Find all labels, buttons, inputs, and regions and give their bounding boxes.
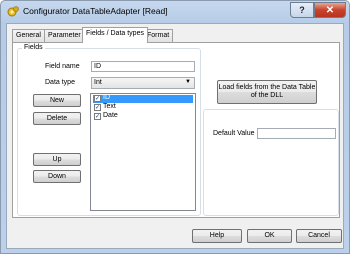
field-name-input[interactable]: ID bbox=[91, 61, 195, 72]
app-icon bbox=[7, 6, 19, 18]
up-button[interactable]: Up bbox=[33, 153, 81, 166]
delete-button[interactable]: Delete bbox=[33, 112, 81, 125]
window-title: Configurator DataTableAdapter [Read] bbox=[23, 6, 168, 16]
list-item[interactable]: ✓ Text bbox=[93, 103, 193, 112]
help-button[interactable]: Help bbox=[192, 229, 242, 243]
data-type-label: Data type bbox=[45, 79, 75, 86]
down-button[interactable]: Down bbox=[33, 170, 81, 183]
fields-group-label: Fields bbox=[22, 44, 45, 51]
help-icon: ? bbox=[299, 5, 305, 15]
field-name-label: Field name bbox=[45, 63, 80, 70]
checkbox[interactable]: ✓ bbox=[94, 113, 101, 120]
tab-page-fields: Fields Field name ID Data type Int ▼ New… bbox=[12, 42, 340, 218]
title-bar[interactable]: Configurator DataTableAdapter [Read] ? ✕ bbox=[1, 1, 349, 23]
checkbox[interactable]: ✓ bbox=[94, 95, 101, 102]
tab-fields-data-types[interactable]: Fields / Data types bbox=[82, 27, 148, 43]
tab-general[interactable]: General bbox=[12, 29, 45, 42]
load-fields-button[interactable]: Load fields from the Data Table of the D… bbox=[217, 80, 317, 104]
checkbox[interactable]: ✓ bbox=[94, 104, 101, 111]
close-button[interactable]: ✕ bbox=[314, 2, 346, 18]
chevron-down-icon: ▼ bbox=[185, 79, 191, 85]
data-type-select[interactable]: Int ▼ bbox=[91, 77, 195, 89]
help-title-button[interactable]: ? bbox=[290, 2, 314, 18]
new-button[interactable]: New bbox=[33, 94, 81, 107]
dialog-client: General Parameter Fields / Data types Fo… bbox=[6, 23, 344, 249]
dialog-window: Configurator DataTableAdapter [Read] ? ✕… bbox=[0, 0, 350, 254]
ok-button[interactable]: OK bbox=[247, 229, 292, 243]
close-icon: ✕ bbox=[325, 4, 335, 16]
list-item[interactable]: ✓ ID bbox=[93, 94, 193, 103]
default-value-group: Default Value bbox=[203, 109, 339, 216]
list-item[interactable]: ✓ Date bbox=[93, 112, 193, 121]
fields-listbox[interactable]: ✓ ID ✓ Text ✓ Date bbox=[90, 93, 196, 211]
default-value-input[interactable] bbox=[257, 128, 336, 139]
tab-parameter[interactable]: Parameter bbox=[44, 29, 85, 42]
cancel-button[interactable]: Cancel bbox=[296, 229, 342, 243]
default-value-label: Default Value bbox=[213, 130, 255, 137]
